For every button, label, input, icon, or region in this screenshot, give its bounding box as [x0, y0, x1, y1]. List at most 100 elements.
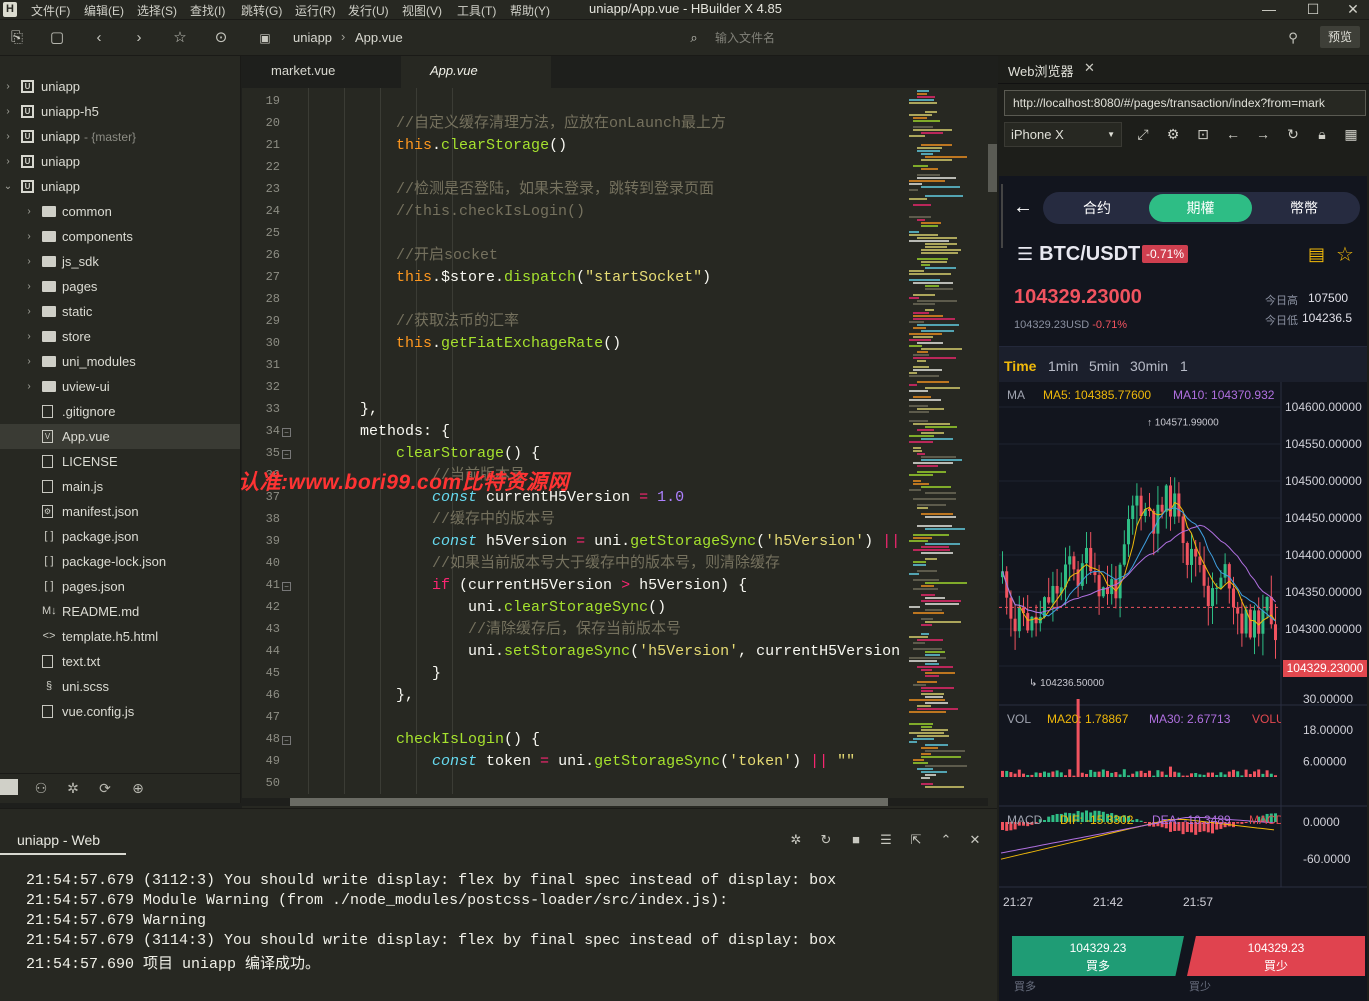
tree-item[interactable]: › Uuniapp	[0, 149, 240, 174]
tab-market-vue[interactable]: market.vue	[242, 56, 382, 88]
sell-short-button[interactable]: 104329.23 買少	[1187, 936, 1365, 976]
debug-icon[interactable]: ✲	[63, 780, 83, 798]
browser-tab[interactable]: Web浏览器 ✕	[998, 56, 1369, 84]
star-icon[interactable]: ☆	[170, 28, 190, 48]
minimap[interactable]	[909, 88, 987, 794]
code-line[interactable]: //自定义缓存清理方法，应放在onLaunch最上方	[288, 113, 726, 135]
chevron-right-icon[interactable]: ›	[24, 224, 34, 249]
browser-scrollbar[interactable]	[1001, 184, 1003, 248]
menu-run[interactable]: 运行(R)	[295, 2, 336, 19]
vertical-scroll-thumb[interactable]	[988, 144, 997, 192]
code-line[interactable]: const token = uni.getStorageSync('token'…	[288, 751, 855, 773]
console-toggle-icon[interactable]: ⊡	[1192, 123, 1214, 145]
code-line[interactable]: const h5Version = uni.getStorageSync('h5…	[288, 531, 900, 553]
chevron-down-icon[interactable]: ⌄	[3, 174, 13, 199]
browser-tab-close-icon[interactable]: ✕	[1084, 60, 1095, 76]
code-line[interactable]: clearStorage() {	[288, 443, 540, 465]
maximize-button[interactable]: ☐	[1298, 0, 1328, 20]
console-debug-icon[interactable]: ✲	[786, 832, 806, 850]
breadcrumb-file[interactable]: App.vue	[355, 30, 403, 45]
nav-back-icon[interactable]: ←	[1222, 123, 1244, 145]
reload-icon[interactable]: ↻	[1282, 123, 1304, 145]
save-icon[interactable]: ▢	[47, 28, 67, 48]
code-line[interactable]: }	[288, 663, 441, 685]
filter-icon[interactable]: ⚲	[1283, 28, 1303, 48]
console-clear-icon[interactable]: ☰	[876, 832, 896, 850]
code-line[interactable]: //清除缓存后，保存当前版本号	[288, 619, 681, 641]
tree-item[interactable]: › pages	[0, 274, 240, 299]
code-line[interactable]: methods: {	[288, 421, 450, 443]
chevron-right-icon[interactable]: ›	[3, 124, 13, 149]
lock-icon[interactable]: 🔒︎	[1311, 123, 1333, 145]
chevron-right-icon[interactable]: ›	[24, 299, 34, 324]
tree-item[interactable]: text.txt	[0, 649, 240, 674]
chevron-right-icon[interactable]: ›	[24, 199, 34, 224]
code-line[interactable]: //获取法币的汇率	[288, 311, 519, 333]
console-close-icon[interactable]: ✕	[965, 832, 985, 850]
menu-edit[interactable]: 编辑(E)	[84, 2, 124, 19]
pair-title[interactable]: ☰ BTC/USDT	[1017, 243, 1140, 266]
tree-item[interactable]: › js_sdk	[0, 249, 240, 274]
menu-list-icon[interactable]: ☰	[1017, 244, 1033, 265]
chevron-right-icon[interactable]: ›	[3, 99, 13, 124]
console-export-icon[interactable]: ⇱	[906, 832, 926, 850]
tree-item[interactable]: [ ] pages.json	[0, 574, 240, 599]
settings-icon[interactable]: ⚙	[1162, 123, 1184, 145]
clipboard-icon[interactable]: ▤	[1308, 244, 1325, 265]
menu-publish[interactable]: 发行(U)	[348, 2, 389, 19]
tree-item[interactable]: .gitignore	[0, 399, 240, 424]
tree-item[interactable]: › components	[0, 224, 240, 249]
qrcode-icon[interactable]: ▦	[1340, 123, 1362, 145]
tree-item[interactable]: › Uuniapp	[0, 74, 240, 99]
rotate-icon[interactable]: ⤢	[1132, 123, 1154, 145]
code-line[interactable]: //开启socket	[288, 245, 498, 267]
menu-select[interactable]: 选择(S)	[137, 2, 177, 19]
minimize-button[interactable]: —	[1254, 0, 1284, 20]
preview-button[interactable]: 预览	[1320, 26, 1360, 48]
timeframe-1min[interactable]: 1min	[1048, 358, 1078, 374]
tree-item[interactable]: › Uuniapp - {master}	[0, 124, 240, 149]
tree-item[interactable]: [ ] package-lock.json	[0, 549, 240, 574]
menu-tools[interactable]: 工具(T)	[457, 2, 496, 19]
code-line[interactable]: },	[288, 399, 378, 421]
chevron-right-icon[interactable]: ›	[3, 74, 13, 99]
favorite-star-icon[interactable]: ☆	[1336, 242, 1354, 267]
tree-item[interactable]: LICENSE	[0, 449, 240, 474]
tree-item[interactable]: › uni_modules	[0, 349, 240, 374]
plugin-icon[interactable]: ⚇	[31, 780, 51, 798]
url-input[interactable]: http://localhost:8080/#/pages/transactio…	[1004, 90, 1366, 116]
chevron-right-icon[interactable]: ›	[24, 374, 34, 399]
code-line[interactable]: //检测是否登陆，如果未登录，跳转到登录页面	[288, 179, 714, 201]
web-icon[interactable]: ⊕	[128, 780, 148, 798]
tree-item[interactable]: ⚙ manifest.json	[0, 499, 240, 524]
chevron-right-icon[interactable]: ›	[24, 249, 34, 274]
tree-item[interactable]: <> template.h5.html	[0, 624, 240, 649]
tree-item[interactable]: › store	[0, 324, 240, 349]
tree-item[interactable]: vue.config.js	[0, 699, 240, 724]
console-collapse-icon[interactable]: ⌃	[936, 832, 956, 850]
tree-item[interactable]: [ ] package.json	[0, 524, 240, 549]
buy-long-button[interactable]: 104329.23 買多	[1012, 936, 1184, 976]
tree-item[interactable]: › common	[0, 199, 240, 224]
console-stop-icon[interactable]: ■	[846, 832, 866, 850]
file-search-input[interactable]: 输入文件名	[683, 25, 1273, 51]
explorer-icon[interactable]	[0, 779, 18, 795]
code-line[interactable]: if (currentH5Version > h5Version) {	[288, 575, 747, 597]
menu-goto[interactable]: 跳转(G)	[241, 2, 282, 19]
code-line[interactable]: //缓存中的版本号	[288, 509, 555, 531]
tree-item[interactable]: › Uuniapp-h5	[0, 99, 240, 124]
code-line[interactable]: checkIsLogin() {	[288, 729, 540, 751]
timeframe-time[interactable]: Time	[1004, 358, 1036, 374]
code-line[interactable]: this.getFiatExchageRate()	[288, 333, 621, 355]
code-line[interactable]: this.clearStorage()	[288, 135, 567, 157]
tree-item[interactable]: V App.vue	[0, 424, 240, 449]
segment-spot[interactable]: 幣幣	[1252, 192, 1356, 224]
forward-icon[interactable]: ›	[129, 28, 149, 48]
segment-contract[interactable]: 合约	[1045, 192, 1149, 224]
menu-find[interactable]: 查找(I)	[190, 2, 225, 19]
new-file-icon[interactable]: ⎘	[7, 28, 27, 48]
menu-help[interactable]: 帮助(Y)	[510, 2, 550, 19]
back-icon[interactable]: ‹	[89, 28, 109, 48]
vertical-scrollbar[interactable]	[988, 88, 997, 794]
code-line[interactable]: uni.clearStorageSync()	[288, 597, 666, 619]
